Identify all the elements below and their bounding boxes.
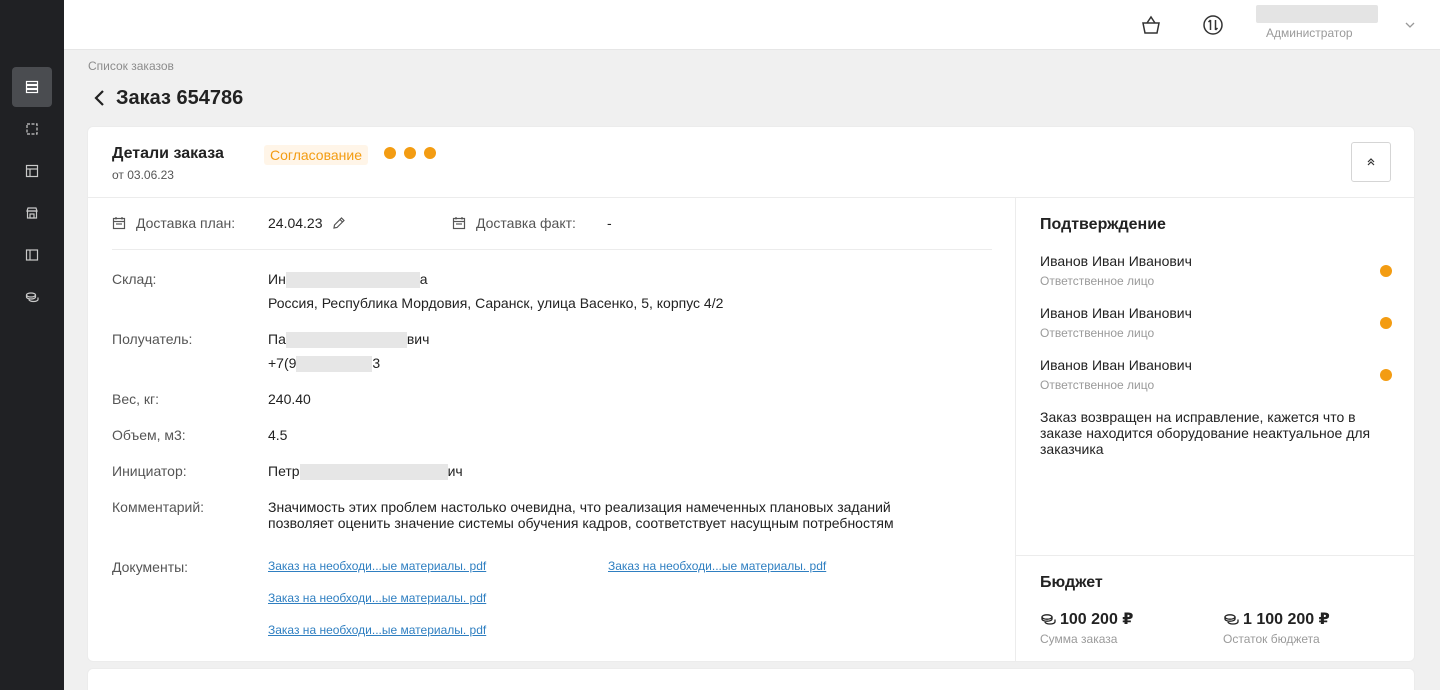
user-menu-chevron-icon[interactable] bbox=[1404, 18, 1416, 30]
chevrons-up-icon bbox=[1367, 158, 1375, 166]
confirmation-title: Подтверждение bbox=[1040, 216, 1166, 233]
documents-label: Документы: bbox=[112, 559, 189, 575]
document-link[interactable]: Заказ на необходи...ые материалы. pdf bbox=[608, 559, 826, 573]
divider bbox=[1016, 555, 1414, 556]
confirmation-note: Заказ возвращен на исправление, кажется … bbox=[1040, 409, 1371, 457]
status-dot bbox=[424, 147, 436, 159]
sidebar-item-layout[interactable] bbox=[12, 151, 52, 191]
approver-role: Ответственное лицо bbox=[1040, 274, 1155, 288]
volume-label: Объем, м3: bbox=[112, 427, 186, 443]
recipient-label: Получатель: bbox=[112, 331, 193, 347]
list-icon bbox=[25, 80, 39, 94]
delivery-fact-label: Доставка факт: bbox=[452, 215, 576, 231]
exchange-button[interactable] bbox=[1201, 13, 1225, 37]
top-bar: Администратор bbox=[64, 0, 1440, 50]
delivery-fact-value: - bbox=[607, 215, 612, 231]
back-arrow-icon[interactable] bbox=[88, 86, 112, 110]
redacted-mask bbox=[285, 332, 407, 349]
layout-icon bbox=[25, 164, 39, 178]
cart-button[interactable] bbox=[1139, 13, 1163, 37]
warehouse-name: Ин а bbox=[268, 271, 428, 289]
basket-icon bbox=[1142, 15, 1160, 34]
status-dot bbox=[404, 147, 416, 159]
status-dots bbox=[384, 147, 436, 159]
next-card bbox=[87, 668, 1415, 690]
panel-icon bbox=[25, 249, 39, 261]
recipient-name: Па вич bbox=[268, 331, 430, 349]
weight-value: 240.40 bbox=[268, 391, 311, 407]
approver-name: Иванов Иван Иванович bbox=[1040, 357, 1192, 373]
breadcrumb[interactable]: Список заказов bbox=[88, 59, 174, 73]
sidebar-item-orders[interactable] bbox=[12, 67, 52, 107]
document-link[interactable]: Заказ на необходи...ые материалы. pdf bbox=[268, 591, 486, 605]
order-sum-label: Сумма заказа bbox=[1040, 632, 1118, 646]
title-row: Заказ 654786 bbox=[88, 86, 243, 110]
user-role: Администратор bbox=[1266, 26, 1353, 40]
approver-status-dot bbox=[1380, 369, 1392, 381]
document-link[interactable]: Заказ на необходи...ые материалы. pdf bbox=[268, 623, 486, 637]
sidebar bbox=[0, 0, 64, 690]
warehouse-address: Россия, Республика Мордовия, Саранск, ул… bbox=[268, 295, 724, 311]
frame-icon bbox=[26, 123, 38, 135]
user-name bbox=[1256, 5, 1378, 23]
redacted-mask bbox=[285, 272, 420, 289]
store-icon bbox=[26, 207, 38, 219]
weight-label: Вес, кг: bbox=[112, 391, 160, 407]
order-date: от 03.06.23 bbox=[112, 168, 174, 182]
calendar-icon bbox=[452, 217, 466, 230]
redacted-mask bbox=[296, 356, 373, 373]
sidebar-item-finance[interactable] bbox=[12, 277, 52, 317]
comment-line-2: позволяет оценить значение системы обуче… bbox=[268, 515, 894, 531]
status-badge: Согласование bbox=[264, 145, 368, 165]
card-title: Детали заказа bbox=[112, 145, 224, 162]
page-title: Заказ 654786 bbox=[116, 86, 244, 109]
initiator-value: Петр ич bbox=[268, 463, 463, 481]
exchange-icon bbox=[1203, 15, 1223, 35]
budget-remaining-label: Остаток бюджета bbox=[1223, 632, 1320, 646]
sidebar-item-select[interactable] bbox=[12, 109, 52, 149]
sidebar-item-store[interactable] bbox=[12, 193, 52, 233]
collapse-button[interactable] bbox=[1351, 142, 1391, 182]
document-link[interactable]: Заказ на необходи...ые материалы. pdf bbox=[268, 559, 486, 573]
edit-pencil-icon[interactable] bbox=[332, 216, 346, 230]
recipient-phone: +7(9 3 bbox=[268, 355, 381, 373]
calendar-icon bbox=[112, 217, 126, 230]
approver-name: Иванов Иван Иванович bbox=[1040, 253, 1192, 269]
coins-icon bbox=[25, 292, 39, 303]
approver-role: Ответственное лицо bbox=[1040, 326, 1155, 340]
coins-icon bbox=[1224, 614, 1239, 625]
order-sum: 100 200 ₽ bbox=[1040, 609, 1133, 629]
initiator-label: Инициатор: bbox=[112, 463, 187, 479]
approver-status-dot bbox=[1380, 265, 1392, 277]
delivery-plan-value: 24.04.23 bbox=[268, 215, 323, 231]
order-details-card: Детали заказа от 03.06.23 Согласование Д… bbox=[87, 126, 1415, 662]
approver-status-dot bbox=[1380, 317, 1392, 329]
budget-remaining: 1 100 200 ₽ bbox=[1223, 609, 1330, 629]
approver-name: Иванов Иван Иванович bbox=[1040, 305, 1192, 321]
comment-line-1: Значимость этих проблем настолько очевид… bbox=[268, 499, 891, 515]
sidebar-item-panel[interactable] bbox=[12, 235, 52, 275]
comment-label: Комментарий: bbox=[112, 499, 205, 515]
divider bbox=[88, 197, 1414, 198]
divider bbox=[112, 249, 992, 250]
coins-icon bbox=[1041, 614, 1056, 625]
volume-value: 4.5 bbox=[268, 427, 288, 443]
budget-title: Бюджет bbox=[1040, 574, 1103, 591]
divider bbox=[1015, 198, 1016, 662]
status-dot bbox=[384, 147, 396, 159]
delivery-plan-label: Доставка план: bbox=[112, 215, 235, 231]
warehouse-label: Склад: bbox=[112, 271, 157, 287]
approver-role: Ответственное лицо bbox=[1040, 378, 1155, 392]
redacted-mask bbox=[299, 464, 448, 481]
